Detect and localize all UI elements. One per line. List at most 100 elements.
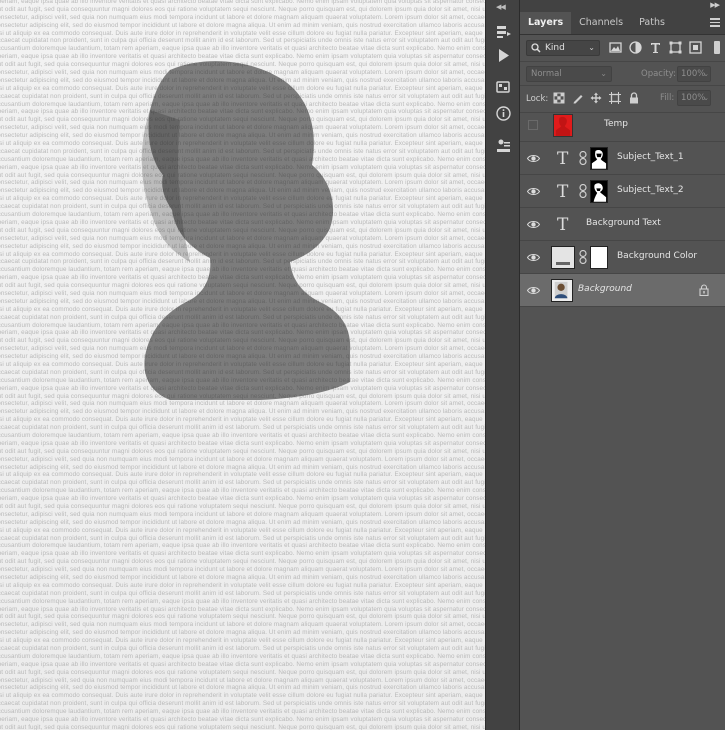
background-text-line: consectetur adipiscing elit, sed do eius… xyxy=(0,76,485,84)
layer-row-background[interactable]: Background xyxy=(520,274,725,307)
fill-label: Fill: xyxy=(660,93,675,103)
chevron-down-icon: ⌄ xyxy=(703,70,709,78)
blend-mode-select[interactable]: Normal ⌄ xyxy=(526,66,612,82)
actions-play-icon[interactable] xyxy=(494,46,513,65)
background-text-line: accusantium doloremque laudantium, totam… xyxy=(0,376,485,384)
eye-icon[interactable] xyxy=(527,185,540,198)
blend-mode-value: Normal xyxy=(531,69,562,79)
layer-mask-thumbnail[interactable] xyxy=(590,246,608,269)
layer-row-subject-text-2[interactable]: T Subject_Text_2 xyxy=(520,175,725,208)
fill-thumbnail[interactable] xyxy=(551,246,575,269)
background-text-line: accusantium doloremque laudantium, totam… xyxy=(0,266,485,274)
filter-type-icon[interactable] xyxy=(648,40,663,55)
background-text-line: consectetur adipiscing elit, sed do eius… xyxy=(0,463,485,471)
background-text-line: nisi ut aliquip ex ea commodo consequat.… xyxy=(0,250,485,258)
background-text-line: aut odit aut fugit, sed quia consequuntu… xyxy=(0,226,485,234)
eye-icon[interactable] xyxy=(527,218,540,231)
layer-row-temp[interactable]: Temp xyxy=(520,109,725,142)
background-text-line: consectetur adipiscing elit, sed do eius… xyxy=(0,684,485,692)
chain-link-icon[interactable] xyxy=(579,250,587,264)
opacity-field[interactable]: 100% ⌄ xyxy=(677,66,711,82)
background-text-line: accusantium doloremque laudantium, totam… xyxy=(0,542,485,550)
background-text-line: consectetur adipiscing elit, sed do eius… xyxy=(0,629,485,637)
filter-pixel-icon[interactable] xyxy=(608,40,623,55)
chevron-down-icon: ⌄ xyxy=(588,43,595,52)
background-text-line: consectetur, adipisci velit, sed quia no… xyxy=(0,621,485,629)
eye-icon[interactable] xyxy=(527,251,540,264)
fill-field[interactable]: 100% ⌄ xyxy=(677,90,711,106)
type-layer-icon: T xyxy=(557,182,569,202)
tab-layers[interactable]: Layers xyxy=(520,12,572,34)
background-text-line: aperiam, eaque ipsa quae ab illo invento… xyxy=(0,605,485,613)
background-text-line: nisi ut aliquip ex ea commodo consequat.… xyxy=(0,140,485,148)
filter-smart-object-icon[interactable] xyxy=(688,40,703,55)
background-text-line: nisi ut aliquip ex ea commodo consequat.… xyxy=(0,637,485,645)
type-layer-icon: T xyxy=(557,215,569,235)
filter-kind-select[interactable]: Kind ⌄ xyxy=(526,40,600,56)
collapse-dock-icon[interactable]: ◀◀ xyxy=(496,3,506,11)
layer-name: Background Color xyxy=(617,251,698,261)
layer-mask-thumbnail[interactable] xyxy=(590,180,608,203)
background-text-line: nisi ut aliquip ex ea commodo consequat.… xyxy=(0,471,485,479)
layer-row-background-text[interactable]: T Background Text xyxy=(520,208,725,241)
background-text-line: aperiam, eaque ipsa quae ab illo invento… xyxy=(0,716,485,724)
tab-channels[interactable]: Channels xyxy=(571,12,631,34)
opacity-value: 100% xyxy=(681,69,706,79)
lock-all-icon[interactable] xyxy=(628,92,640,104)
chain-link-icon[interactable] xyxy=(579,151,587,165)
search-icon xyxy=(531,43,541,53)
lock-transparent-pixels-icon[interactable] xyxy=(553,92,565,104)
background-text-line: accusantium doloremque laudantium, totam… xyxy=(0,431,485,439)
eye-icon[interactable] xyxy=(527,152,540,165)
background-text-line: consectetur adipiscing elit, sed do eius… xyxy=(0,353,485,361)
layer-comps-icon[interactable] xyxy=(494,136,513,155)
background-text-line: occaecat cupidatat non proident, sunt in… xyxy=(0,147,485,155)
background-text-line: consectetur, adipisci velit, sed quia no… xyxy=(0,124,485,132)
panel-menu-icon[interactable] xyxy=(710,18,720,27)
lock-artboard-icon[interactable] xyxy=(609,92,621,104)
lock-position-icon[interactable] xyxy=(590,92,602,104)
visibility-toggle-off[interactable] xyxy=(528,120,538,130)
chain-link-icon[interactable] xyxy=(579,184,587,198)
lock-image-pixels-icon[interactable] xyxy=(572,92,584,104)
document-canvas[interactable]: aperiam, eaque ipsa quae ab illo invento… xyxy=(0,0,485,730)
background-text-line: nisi ut aliquip ex ea commodo consequat.… xyxy=(0,416,485,424)
layer-name: Subject_Text_2 xyxy=(617,185,684,195)
background-text-line: consectetur adipiscing elit, sed do eius… xyxy=(0,242,485,250)
background-text-line: aut odit aut fugit, sed quia consequuntu… xyxy=(0,668,485,676)
filter-toggle-switch[interactable] xyxy=(714,41,720,54)
adjustments-icon[interactable] xyxy=(494,78,513,97)
background-text-line: accusantium doloremque laudantium, totam… xyxy=(0,708,485,716)
filter-shape-icon[interactable] xyxy=(668,40,683,55)
background-text-line: occaecat cupidatat non proident, sunt in… xyxy=(0,589,485,597)
background-text-line: consectetur, adipisci velit, sed quia no… xyxy=(0,289,485,297)
background-text-line: occaecat cupidatat non proident, sunt in… xyxy=(0,479,485,487)
history-icon[interactable] xyxy=(494,22,513,41)
background-text-line: nisi ut aliquip ex ea commodo consequat.… xyxy=(0,526,485,534)
layer-mask-thumbnail[interactable] xyxy=(590,147,608,170)
layer-lock-icon xyxy=(699,284,709,296)
layer-row-background-color[interactable]: Background Color xyxy=(520,241,725,274)
background-text-line: aut odit aut fugit, sed quia consequuntu… xyxy=(0,116,485,124)
expand-panels-icon[interactable]: ▶▶ xyxy=(710,1,720,9)
background-text-line: consectetur, adipisci velit, sed quia no… xyxy=(0,566,485,574)
background-text-line: aut odit aut fugit, sed quia consequuntu… xyxy=(0,5,485,13)
filter-adjustment-icon[interactable] xyxy=(628,40,643,55)
layer-filter-row: Kind ⌄ xyxy=(520,35,725,62)
background-text-line: occaecat cupidatat non proident, sunt in… xyxy=(0,92,485,100)
background-text: aperiam, eaque ipsa quae ab illo invento… xyxy=(0,0,485,730)
fill-value: 100% xyxy=(681,93,706,103)
background-text-line: nisi ut aliquip ex ea commodo consequat.… xyxy=(0,195,485,203)
background-text-line: aut odit aut fugit, sed quia consequuntu… xyxy=(0,61,485,69)
tab-paths[interactable]: Paths xyxy=(631,12,673,34)
eye-icon[interactable] xyxy=(527,284,540,297)
layer-name: Background Text xyxy=(586,218,661,228)
background-text-line: aut odit aut fugit, sed quia consequuntu… xyxy=(0,613,485,621)
background-text-line: aperiam, eaque ipsa quae ab illo invento… xyxy=(0,329,485,337)
background-text-line: consectetur adipiscing elit, sed do eius… xyxy=(0,21,485,29)
background-text-line: aperiam, eaque ipsa quae ab illo invento… xyxy=(0,163,485,171)
background-text-line: aperiam, eaque ipsa quae ab illo invento… xyxy=(0,660,485,668)
layer-row-subject-text-1[interactable]: T Subject_Text_1 xyxy=(520,142,725,175)
info-icon[interactable] xyxy=(494,104,513,123)
background-text-line: occaecat cupidatat non proident, sunt in… xyxy=(0,368,485,376)
